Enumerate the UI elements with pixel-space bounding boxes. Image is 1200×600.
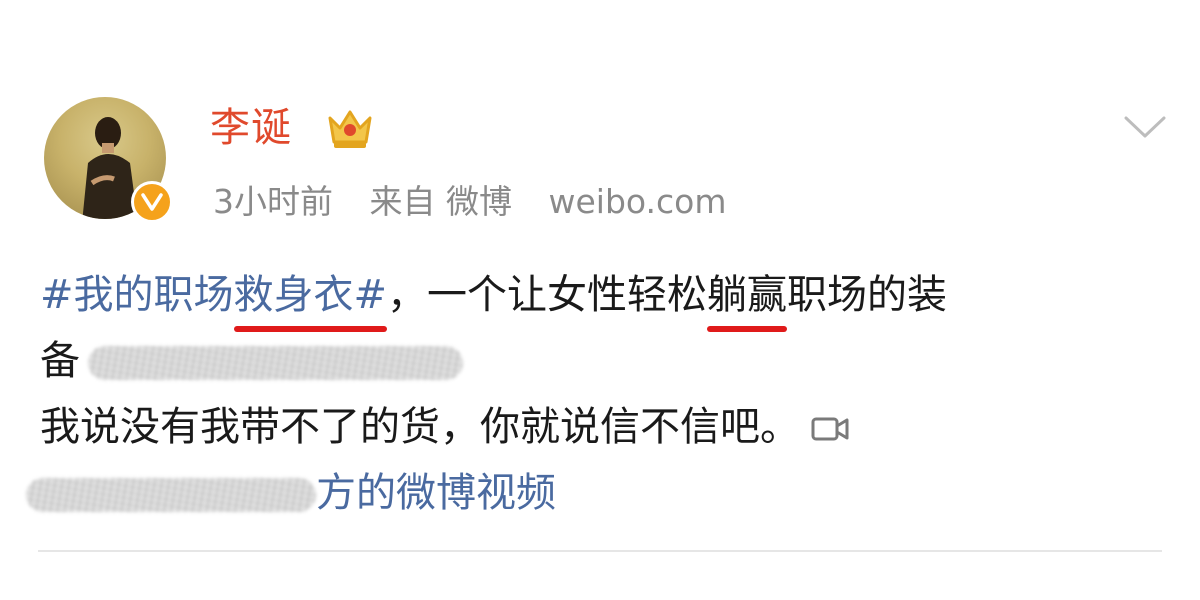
post-time: 3小时前 [213,182,333,221]
line1-emphasis: 躺赢 [707,262,788,332]
post-content: #我的职场救身衣#，一个让女性轻松躺赢职场的装 备 我说没有我带不了的货，你就说… [26,262,1170,526]
line3-text: 我说没有我带不了的货，你就说信不信吧。 [40,404,800,450]
redacted-video-owner [26,478,316,512]
crown-icon[interactable] [324,104,376,152]
line1-text-a: ，一个让女性轻松 [387,272,708,318]
video-camera-icon[interactable] [810,414,850,444]
content-line-3: 我说没有我带不了的货，你就说信不信吧。 [40,394,1170,460]
verified-badge-icon [131,181,173,223]
post-source[interactable]: 来自 微博 [370,182,513,221]
author-name[interactable]: 李诞 [210,100,292,156]
content-line-1: #我的职场救身衣#，一个让女性轻松躺赢职场的装 [40,262,1170,332]
content-line-2: 备 [40,328,1170,394]
line1-text-b: 职场的装 [787,272,948,318]
video-link[interactable]: 方的微博视频 [316,470,556,516]
redacted-mention [88,346,463,380]
divider [38,550,1162,552]
line2-text: 备 [40,338,80,384]
chevron-down-icon[interactable] [1122,112,1168,142]
content-line-4: 方的微博视频 [26,460,1170,526]
post-meta: 3小时前 来自 微博 weibo.com [213,180,727,224]
post-domain: weibo.com [548,182,727,221]
hashtag-link[interactable]: #我的职场救身衣# [40,272,387,332]
